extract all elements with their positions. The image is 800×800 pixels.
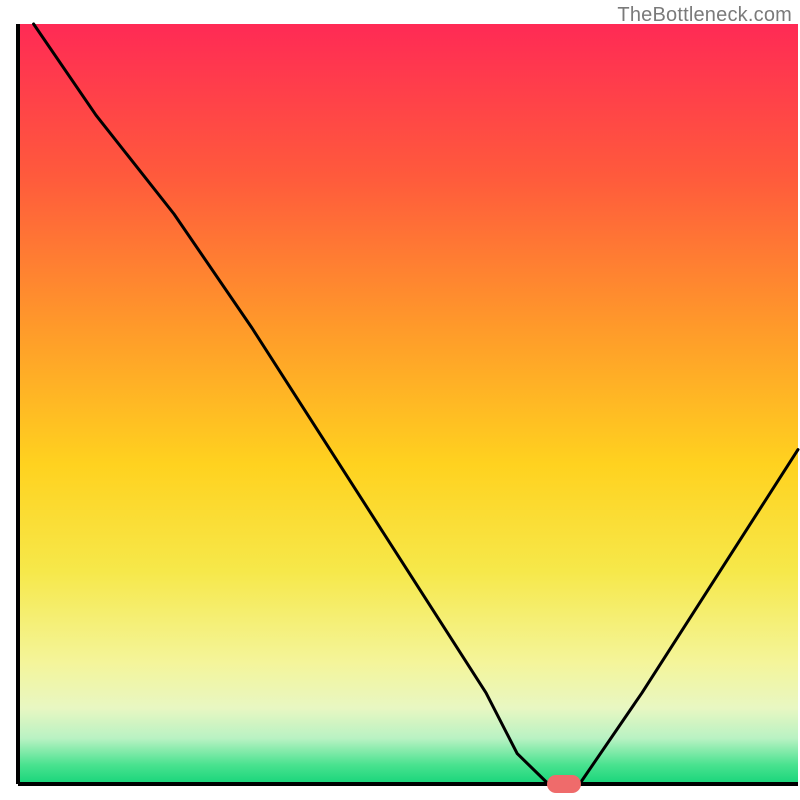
chart-container: TheBottleneck.com <box>0 0 800 800</box>
bottleneck-chart <box>0 0 800 800</box>
attribution-label: TheBottleneck.com <box>617 4 792 27</box>
plot-area <box>18 24 798 784</box>
optimal-marker <box>547 775 581 793</box>
